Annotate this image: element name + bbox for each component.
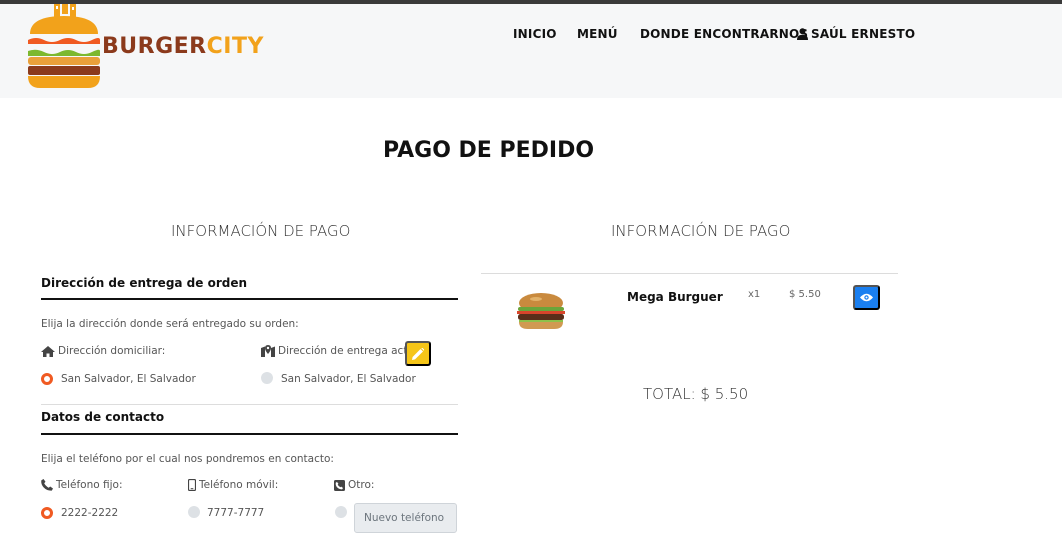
fixed-phone-radio[interactable]: [41, 507, 53, 519]
other-phone-label: Otro:: [334, 479, 374, 491]
delivery-divider: [41, 298, 458, 300]
delivery-instruction: Elija la dirección donde será entregado …: [41, 318, 299, 330]
order-divider: [481, 273, 898, 274]
section-divider: [41, 404, 458, 405]
delivery-heading: Dirección de entrega de orden: [41, 276, 248, 290]
item-quantity: x1: [748, 289, 761, 300]
current-address-label: Dirección de entrega actual:: [261, 345, 427, 357]
fixed-phone-label-text: Teléfono fijo:: [56, 479, 123, 491]
new-phone-input[interactable]: [354, 503, 457, 533]
other-phone-label-text: Otro:: [348, 479, 375, 491]
nav-user-label: SAÚL ERNESTO: [811, 27, 916, 41]
page-title: PAGO DE PEDIDO: [383, 138, 595, 163]
payment-info-title: INFORMACIÓN DE PAGO: [171, 222, 351, 240]
brand-word-2: CITY: [206, 34, 264, 59]
map-marker-icon: [261, 345, 275, 357]
burger-logo-icon: [28, 4, 100, 88]
navbar: BURGERCITY INICIO MENÚ DONDE ENCONTRARNO…: [0, 4, 1062, 98]
home-address-label: Dirección domiciliar:: [41, 345, 165, 357]
mobile-phone-value: 7777-7777: [207, 507, 265, 519]
view-item-button[interactable]: [853, 285, 880, 310]
contact-instruction: Elija el teléfono por el cual nos pondre…: [41, 453, 334, 465]
item-price: $ 5.50: [789, 289, 821, 300]
home-address-label-text: Dirección domiciliar:: [58, 345, 166, 357]
home-address-radio[interactable]: [41, 373, 53, 385]
mobile-phone-label-text: Teléfono móvil:: [199, 479, 279, 491]
burger-product-image: [517, 293, 565, 329]
brand-word-1: BURGER: [102, 34, 207, 59]
mobile-phone-label: Teléfono móvil:: [188, 479, 278, 491]
other-phone-radio[interactable]: [335, 506, 347, 518]
eye-icon: [860, 293, 873, 302]
brand-wordmark: BURGERCITY: [102, 34, 264, 59]
fixed-phone-value: 2222-2222: [61, 507, 119, 519]
current-address-radio[interactable]: [261, 372, 273, 384]
fixed-phone-label: Teléfono fijo:: [41, 479, 123, 491]
home-address-value: San Salvador, El Salvador: [61, 373, 196, 385]
brand-logo[interactable]: BURGERCITY: [26, 4, 263, 90]
pencil-icon: [412, 347, 424, 360]
user-icon: [797, 28, 808, 40]
nav-donde-encontrarnos[interactable]: DONDE ENCONTRARNOS: [640, 27, 808, 41]
contact-heading: Datos de contacto: [41, 410, 165, 424]
mobile-phone-icon: [188, 479, 196, 491]
order-total: TOTAL: $ 5.50: [643, 385, 749, 403]
nav-menu[interactable]: MENÚ: [577, 27, 618, 41]
mobile-phone-radio[interactable]: [188, 506, 200, 518]
edit-address-button[interactable]: [405, 341, 431, 366]
home-icon: [41, 345, 55, 357]
phone-square-icon: [334, 479, 345, 491]
nav-inicio[interactable]: INICIO: [513, 27, 557, 41]
order-info-title: INFORMACIÓN DE PAGO: [611, 222, 791, 240]
item-name: Mega Burguer: [627, 290, 723, 304]
nav-user[interactable]: SAÚL ERNESTO: [797, 27, 915, 41]
current-address-value: San Salvador, El Salvador: [281, 373, 416, 385]
contact-divider: [41, 433, 458, 435]
phone-icon: [41, 479, 53, 491]
